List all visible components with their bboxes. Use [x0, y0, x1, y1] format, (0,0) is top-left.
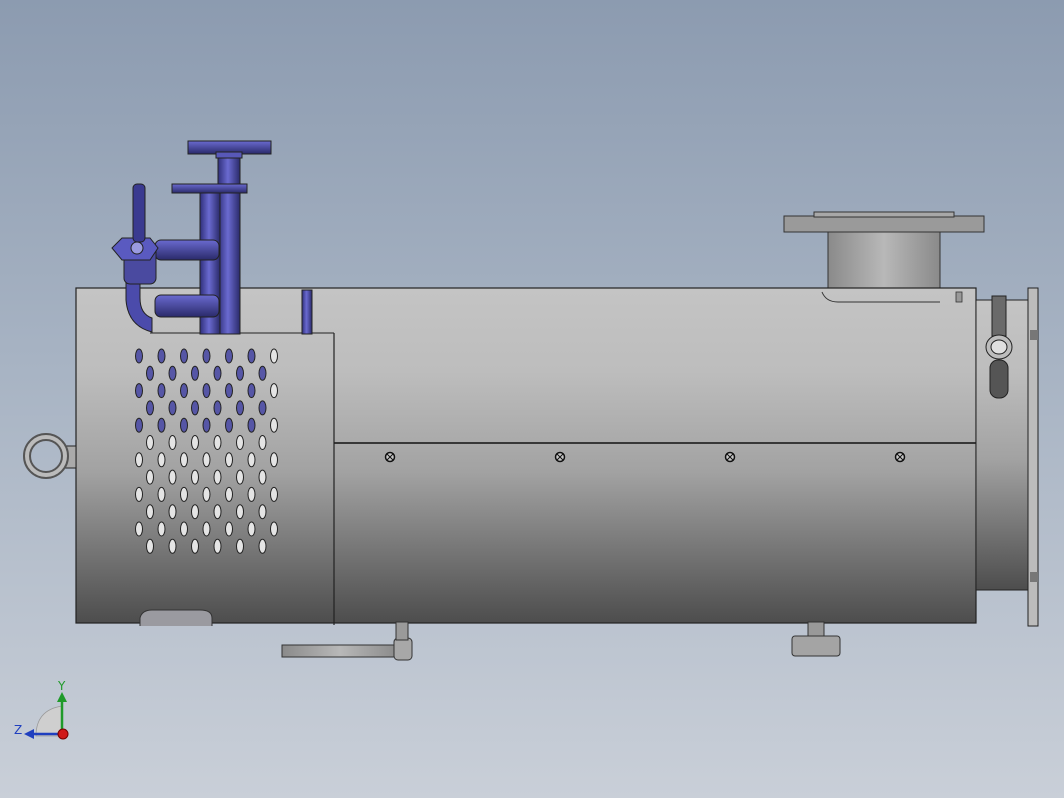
- perforation-hole: [225, 452, 233, 468]
- z-axis-label: Z: [14, 723, 22, 737]
- perforation-hole: [258, 435, 267, 450]
- perforation-hole: [247, 486, 256, 502]
- perforation-hole: [225, 383, 233, 399]
- perforation-hole: [135, 417, 143, 433]
- perforation-hole: [236, 435, 244, 450]
- perforation-hole: [191, 504, 199, 520]
- leveling-foot: [791, 621, 841, 657]
- perforation-hole: [157, 486, 166, 502]
- perforation-hole: [236, 504, 244, 520]
- perforation-hole: [258, 469, 267, 485]
- perforation-hole: [247, 417, 256, 433]
- perforation-hole: [202, 521, 211, 537]
- perforation-hole: [247, 521, 256, 537]
- perforation-hole: [157, 417, 166, 433]
- perforation-hole: [202, 417, 211, 433]
- perforation-hole: [213, 400, 222, 416]
- perforation-hole: [270, 383, 278, 399]
- perforation-hole: [168, 469, 177, 485]
- screw-head: [724, 451, 736, 463]
- x-axis-dot: [57, 728, 69, 740]
- screw-head: [554, 451, 566, 463]
- perforation-hole: [180, 521, 188, 537]
- perforation-hole: [213, 435, 222, 450]
- perforation-hole: [180, 452, 188, 468]
- perforation-hole: [191, 538, 199, 554]
- perforation-hole: [236, 538, 244, 554]
- axis-triad: Y Z: [14, 679, 69, 740]
- perforation-hole: [225, 486, 233, 502]
- model-canvas[interactable]: Y Z: [0, 0, 1064, 798]
- lifting-eye: [23, 433, 77, 479]
- perforation-hole: [157, 348, 166, 364]
- perforation-hole: [168, 365, 177, 381]
- perforation-hole: [270, 486, 278, 502]
- perforation-hole: [213, 538, 222, 554]
- perforation-hole: [258, 400, 267, 416]
- perforation-hole: [270, 521, 278, 537]
- perforation-hole: [247, 383, 256, 399]
- perforation-hole: [236, 469, 244, 485]
- perforation-hole: [135, 348, 143, 364]
- perforation-hole: [180, 348, 188, 364]
- perforation-hole: [236, 400, 244, 416]
- perforation-hole: [225, 348, 233, 364]
- main-shell: [75, 287, 977, 626]
- perforation-hole: [135, 383, 143, 399]
- perforation-hole: [213, 365, 222, 381]
- perforation-hole: [225, 521, 233, 537]
- perforation-hole: [225, 417, 233, 433]
- perforation-hole: [157, 521, 166, 537]
- perforation-hole: [270, 452, 278, 468]
- perforation-hole: [191, 400, 199, 416]
- vent-rod: [301, 289, 313, 335]
- perforation-hole: [258, 538, 267, 554]
- perforation-hole: [202, 383, 211, 399]
- perforation-hole: [157, 383, 166, 399]
- perforation-hole: [168, 400, 177, 416]
- perforation-hole: [146, 365, 154, 381]
- perforation-hole: [191, 469, 199, 485]
- perforation-hole: [146, 435, 154, 450]
- perforation-hole: [270, 348, 278, 364]
- perforation-hole: [202, 486, 211, 502]
- perforation-hole: [146, 400, 154, 416]
- perforation-hole: [191, 435, 199, 450]
- perforation-hole: [258, 365, 267, 381]
- screw-head: [384, 451, 396, 463]
- perforation-hole: [146, 469, 154, 485]
- perforation-hole: [191, 365, 199, 381]
- perforation-hole: [180, 383, 188, 399]
- perforation-hole: [146, 538, 154, 554]
- perforation-hole: [213, 469, 222, 485]
- perforation-hole: [202, 348, 211, 364]
- y-axis-label: Y: [57, 679, 66, 693]
- perforation-hole: [180, 417, 188, 433]
- perforation-hole: [135, 521, 143, 537]
- perforation-hole: [135, 452, 143, 468]
- perforation-hole: [247, 452, 256, 468]
- bottom-drain-pipe: [281, 621, 413, 661]
- perforation-hole: [168, 504, 177, 520]
- perforation-hole: [247, 348, 256, 364]
- perforation-hole: [168, 435, 177, 450]
- perforation-hole: [157, 452, 166, 468]
- perforation-hole: [202, 452, 211, 468]
- perforation-hole: [270, 417, 278, 433]
- perforation-hole: [146, 504, 154, 520]
- perforation-hole: [180, 486, 188, 502]
- perforation-hole: [135, 486, 143, 502]
- perforation-hole: [236, 365, 244, 381]
- perforation-hole: [168, 538, 177, 554]
- perforation-hole: [213, 504, 222, 520]
- cad-viewport[interactable]: Y Z: [0, 0, 1064, 798]
- perforation-hole: [258, 504, 267, 520]
- screw-head: [894, 451, 906, 463]
